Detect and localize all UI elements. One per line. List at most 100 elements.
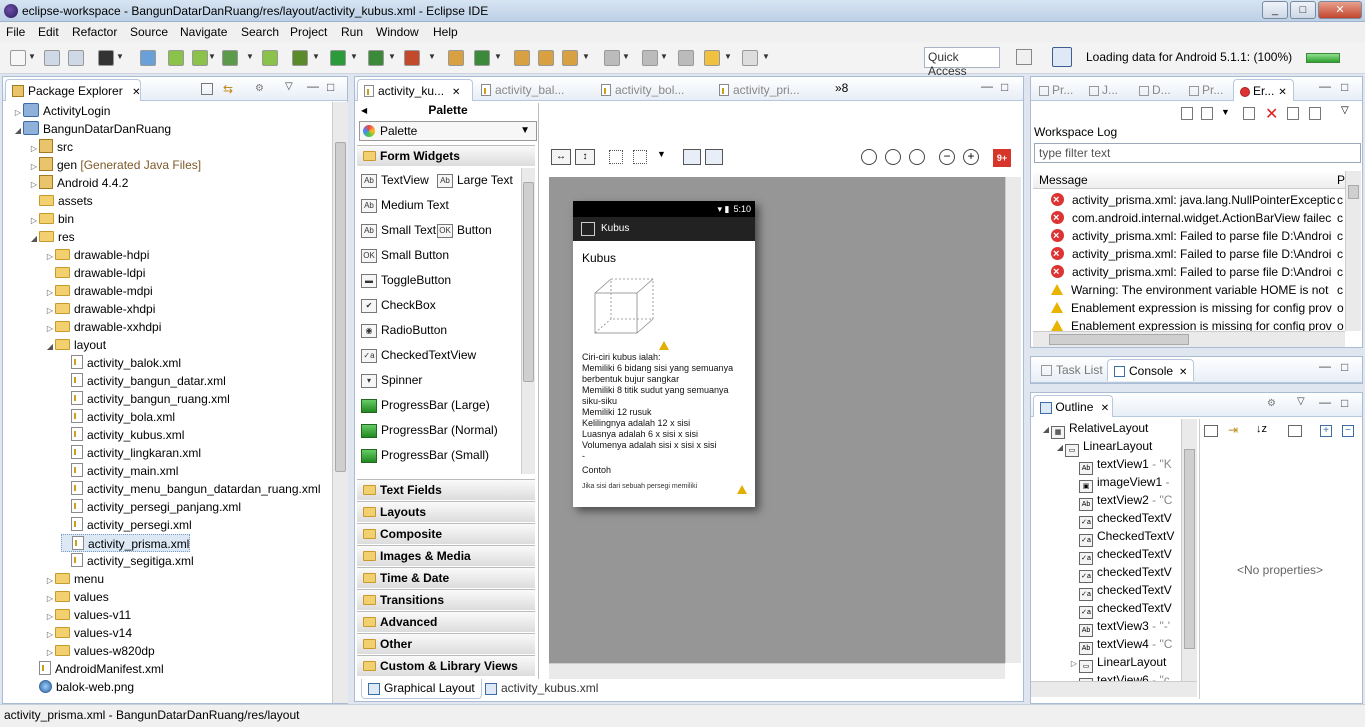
- tree-item[interactable]: activity_bangun_ruang.xml: [61, 390, 230, 408]
- external-tools-icon[interactable]: [404, 50, 420, 66]
- tab-package-explorer[interactable]: Package Explorer ✕: [5, 79, 141, 101]
- avd-manager-icon[interactable]: [192, 50, 208, 66]
- menu-file[interactable]: File: [6, 25, 25, 39]
- more-tabs-indicator[interactable]: »8: [835, 81, 848, 95]
- palette-dropdown[interactable]: Palette ▼: [359, 121, 537, 141]
- user-icon[interactable]: [98, 50, 114, 66]
- save-icon[interactable]: [44, 50, 60, 66]
- tree-item[interactable]: ◢ layout: [45, 336, 106, 354]
- tree-item[interactable]: ▷ menu: [45, 570, 104, 588]
- view-menu-icon[interactable]: ⚙: [1267, 398, 1276, 409]
- outline-item[interactable]: ◢ ▭ LinearLayout: [1055, 437, 1152, 457]
- editor-bottom-tab[interactable]: activity_kubus.xml: [479, 679, 604, 699]
- layout-toggle-icon[interactable]: [705, 149, 723, 165]
- menu-edit[interactable]: Edit: [38, 25, 59, 39]
- zoom-out-icon[interactable]: −: [939, 149, 955, 165]
- open-task-icon[interactable]: [538, 50, 554, 66]
- expand-arrow-icon[interactable]: ◢: [13, 122, 23, 140]
- expand-arrow-icon[interactable]: ◢: [1055, 439, 1065, 457]
- package-explorer-scrollbar[interactable]: [332, 102, 348, 703]
- collapse-palette-icon[interactable]: ◀: [361, 104, 367, 118]
- log-row[interactable]: activity_prisma.xml: Failed to parse fil…: [1051, 263, 1345, 281]
- outline-item[interactable]: ✓a checkedTextV: [1069, 581, 1172, 601]
- run-icon[interactable]: [330, 50, 346, 66]
- dropdown-arrow-icon[interactable]: ▼: [657, 149, 666, 159]
- tree-item[interactable]: activity_persegi_panjang.xml: [61, 498, 241, 516]
- dropdown-arrow-icon[interactable]: ▼: [388, 52, 396, 61]
- palette-widget[interactable]: ✓a CheckedTextView: [361, 343, 476, 368]
- outline-vertical-scrollbar[interactable]: [1181, 419, 1197, 681]
- outline-item[interactable]: ▷ ▭ LinearLayout: [1069, 653, 1166, 673]
- tab-outline[interactable]: Outline ✕: [1033, 395, 1113, 417]
- close-tab-icon[interactable]: ✕: [1101, 403, 1109, 414]
- palette-scrollbar[interactable]: [521, 168, 535, 474]
- palette-widget[interactable]: ▾ Spinner: [361, 368, 422, 393]
- scroll-thumb[interactable]: [523, 182, 534, 382]
- dropdown-arrow-icon[interactable]: ▼: [724, 52, 732, 61]
- dropdown-arrow-icon[interactable]: ▼: [246, 52, 254, 61]
- fit-width-icon[interactable]: ↔: [551, 149, 571, 165]
- delete-log-icon[interactable]: ✕: [1265, 104, 1278, 124]
- palette-category[interactable]: Time & Date: [357, 567, 535, 588]
- palette-widget[interactable]: ProgressBar (Small): [361, 443, 489, 468]
- tree-item[interactable]: ▷ gen [Generated Java Files]: [29, 156, 201, 174]
- outline-horizontal-scrollbar[interactable]: [1031, 681, 1197, 697]
- palette-widget[interactable]: ProgressBar (Large): [361, 393, 490, 418]
- outline-item[interactable]: ✓a CheckedTextV: [1069, 527, 1174, 547]
- palette-category[interactable]: Text Fields: [357, 479, 535, 500]
- tree-item[interactable]: ▷ ActivityLogin: [13, 102, 110, 120]
- view-dropdown-icon[interactable]: ▽: [1341, 105, 1349, 116]
- zoom-fit-icon[interactable]: [861, 149, 877, 165]
- maximize-view-icon[interactable]: □: [327, 80, 334, 94]
- palette-widget[interactable]: Ab TextView: [361, 168, 429, 193]
- outline-item[interactable]: Ab textView1 - "K: [1069, 455, 1172, 475]
- view-dropdown-icon[interactable]: ▽: [1297, 396, 1305, 407]
- maximize-button[interactable]: □: [1290, 1, 1316, 19]
- tree-item[interactable]: ▷ bin: [29, 210, 74, 228]
- maximize-view-icon[interactable]: □: [1341, 396, 1348, 410]
- log-horizontal-scrollbar[interactable]: [1033, 331, 1345, 347]
- link-with-editor-icon[interactable]: ⇆: [223, 82, 233, 96]
- view-tab[interactable]: Task List: [1035, 359, 1109, 381]
- palette-widget[interactable]: OK Button: [437, 218, 492, 243]
- quick-access-input[interactable]: Quick Access: [924, 47, 1000, 78]
- canvas-vertical-scrollbar[interactable]: [1005, 177, 1021, 663]
- tree-item[interactable]: balok-web.png: [29, 678, 134, 696]
- log-row[interactable]: com.android.internal.widget.ActionBarVie…: [1051, 209, 1345, 227]
- palette-widget[interactable]: ✔ CheckBox: [361, 293, 436, 318]
- dropdown-arrow-icon[interactable]: ▼: [582, 52, 590, 61]
- menu-source[interactable]: Source: [130, 25, 168, 39]
- message-column-header[interactable]: Message: [1039, 173, 1088, 187]
- outline-item[interactable]: ▣ imageView1 -: [1069, 473, 1170, 493]
- dropdown-arrow-icon[interactable]: ▼: [494, 52, 502, 61]
- new-java-package-icon[interactable]: [448, 50, 464, 66]
- view-tab[interactable]: D...: [1133, 79, 1177, 101]
- tree-item[interactable]: ◢ res: [29, 228, 75, 246]
- minimize-view-icon[interactable]: —: [1319, 79, 1331, 93]
- tree-item[interactable]: activity_bola.xml: [61, 408, 175, 426]
- palette-widget[interactable]: OK Small Button: [361, 243, 449, 268]
- palette-category[interactable]: Custom & Library Views: [357, 655, 535, 676]
- margins-icon[interactable]: [609, 150, 623, 164]
- tree-item[interactable]: activity_main.xml: [61, 462, 178, 480]
- log-column-header[interactable]: Message P: [1033, 171, 1345, 189]
- tree-item[interactable]: ▷ src: [29, 138, 73, 156]
- minimize-editor-icon[interactable]: —: [981, 79, 993, 93]
- import-log-icon[interactable]: [1201, 107, 1213, 120]
- new-java-class-icon[interactable]: [474, 50, 490, 66]
- tree-item[interactable]: AndroidManifest.xml: [29, 660, 164, 678]
- coverage-icon[interactable]: [368, 50, 384, 66]
- outline-item[interactable]: ✓a checkedTextV: [1069, 563, 1172, 583]
- log-row[interactable]: activity_prisma.xml: Failed to parse fil…: [1051, 245, 1345, 263]
- search-icon[interactable]: [562, 50, 578, 66]
- outline-item[interactable]: ◢ ▦ RelativeLayout: [1041, 419, 1148, 439]
- open-type-icon[interactable]: [514, 50, 530, 66]
- tree-item[interactable]: drawable-ldpi: [45, 264, 145, 282]
- tree-item[interactable]: activity_bangun_datar.xml: [61, 372, 226, 390]
- tree-item[interactable]: activity_persegi.xml: [61, 516, 192, 534]
- tree-item[interactable]: activity_lingkaran.xml: [61, 444, 201, 462]
- scroll-thumb[interactable]: [1348, 185, 1359, 199]
- last-edit-icon[interactable]: [678, 50, 694, 66]
- outline-item[interactable]: ✓a checkedTextV: [1069, 599, 1172, 619]
- close-tab-icon[interactable]: ✕: [1179, 367, 1187, 378]
